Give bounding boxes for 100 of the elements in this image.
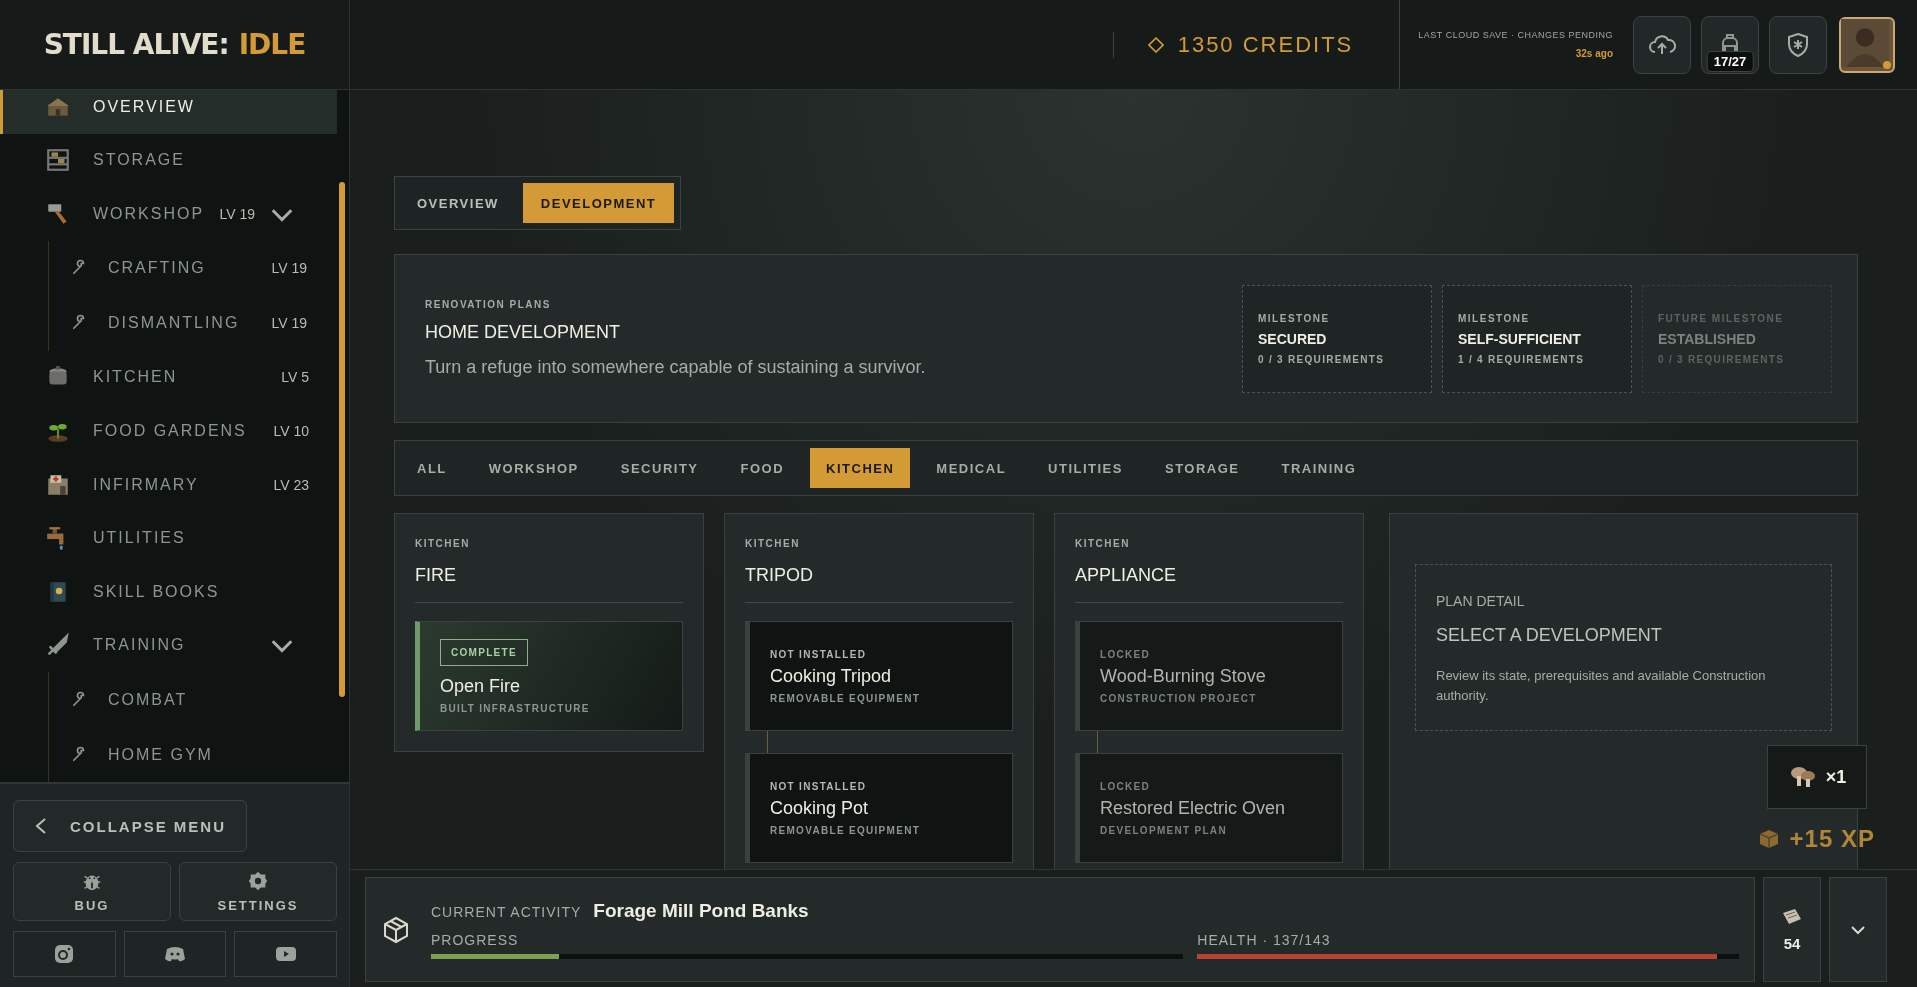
logo: STILL ALIVE: IDLE: [0, 0, 349, 90]
milestone-label: MILESTONE: [1258, 312, 1331, 324]
discord-button[interactable]: [123, 931, 227, 977]
nav-icon: [45, 147, 71, 174]
box-icon: [381, 914, 411, 945]
level-text: LV 19: [271, 315, 307, 332]
category-text: KITCHEN: [745, 538, 801, 549]
filter-tab[interactable]: UTILITIES: [1032, 448, 1139, 488]
detail-label: PLAN DETAIL: [1436, 593, 1526, 609]
milestone-label: FUTURE MILESTONE: [1658, 312, 1785, 324]
filter-tab[interactable]: STORAGE: [1148, 448, 1256, 488]
xp-popup: +15 XP: [1757, 825, 1875, 853]
sidebar-item[interactable]: FOOD GARDENS LV 10: [0, 404, 337, 458]
health-label: HEALTH · 137/143: [1197, 932, 1332, 948]
development-type: CONSTRUCTION PROJECT: [1100, 692, 1258, 704]
development-name: Open Fire: [440, 675, 522, 697]
avatar[interactable]: [1841, 18, 1889, 67]
filter-tab[interactable]: FOOD: [724, 448, 801, 488]
scroll-icon: [1780, 907, 1804, 927]
sidebar-item[interactable]: WORKSHOP LV 19: [0, 187, 337, 241]
activity-name: Forage Mill Pond Banks: [593, 900, 809, 922]
development-card[interactable]: COMPLETE Open Fire BUILT INFRASTRUCTURE: [415, 621, 683, 731]
bug-button[interactable]: BUG: [13, 862, 171, 921]
instagram-button[interactable]: [13, 931, 116, 977]
crate-icon: [1757, 828, 1780, 850]
development-type: REMOVABLE EQUIPMENT: [770, 692, 922, 704]
level-text: LV 10: [273, 423, 309, 440]
column-title: FIRE: [415, 565, 683, 603]
category-text: KITCHEN: [415, 538, 471, 549]
milestone-name: ESTABLISHED: [1658, 330, 1757, 347]
development-card[interactable]: LOCKED Restored Electric Oven DEVELOPMENT PLAN: [1075, 753, 1343, 863]
detail-title: SELECT A DEVELOPMENT: [1436, 625, 1663, 646]
requirements-text: 0 / 3 REQUIREMENTS: [1258, 353, 1386, 365]
sidebar-item[interactable]: OVERVIEW: [0, 90, 337, 134]
milestone-name: SECURED: [1258, 330, 1328, 347]
development-name: Wood-Burning Stove: [1100, 665, 1267, 687]
column-title: TRIPOD: [745, 565, 1013, 603]
settings-button[interactable]: SETTINGS: [179, 862, 337, 921]
detail-description: Review its state, prerequisites and available Construction authority.: [1436, 667, 1767, 706]
filter-tab[interactable]: TRAINING: [1265, 448, 1373, 488]
level-text: LV 19: [271, 260, 307, 277]
sidebar-subitem[interactable]: DISMANTLING LV 19: [49, 295, 337, 351]
plans-title: HOME DEVELOPMENT: [425, 322, 622, 343]
plans-description: Turn a refuge into somewhere capable of sustaining a survivor.: [425, 357, 927, 378]
save-time: 32s ago: [1575, 48, 1613, 59]
sidebar-item[interactable]: KITCHEN LV 5: [0, 350, 337, 405]
activity-label: CURRENT ACTIVITY: [431, 904, 582, 920]
filter-tab[interactable]: KITCHEN: [810, 448, 911, 488]
status-text: NOT INSTALLED: [770, 648, 868, 660]
development-card[interactable]: LOCKED Wood-Burning Stove CONSTRUCTION PROJECT: [1075, 621, 1343, 731]
development-name: Restored Electric Oven: [1100, 797, 1287, 819]
collapse-menu-button[interactable]: COLLAPSE MENU: [13, 800, 247, 852]
sidebar-subitem[interactable]: CRAFTING LV 19: [49, 240, 337, 296]
filter-tab[interactable]: ALL: [401, 448, 463, 488]
status-badge: COMPLETE: [440, 638, 528, 666]
view-tab[interactable]: DEVELOPMENT: [522, 183, 675, 223]
cloud-upload-button[interactable]: [1633, 15, 1691, 74]
status-text: LOCKED: [1100, 780, 1152, 792]
development-name: Cooking Pot: [770, 797, 870, 819]
sidebar-item[interactable]: SKILL BOOKS: [0, 564, 337, 619]
settings-icon: [247, 870, 269, 892]
status-dot: [1883, 60, 1891, 69]
status-text: NOT INSTALLED: [770, 780, 868, 792]
item-slot[interactable]: 54: [1763, 877, 1821, 982]
count-badge: 17/27: [1706, 50, 1754, 72]
milestone-label: MILESTONE: [1458, 312, 1531, 324]
milestone-name: SELF-SUFFICIENT: [1458, 330, 1582, 347]
sidebar-subitem[interactable]: COMBAT: [49, 672, 337, 728]
development-type: BUILT INFRASTRUCTURE: [440, 702, 591, 714]
level-text: LV 19: [219, 205, 255, 222]
filter-tab[interactable]: SECURITY: [604, 448, 715, 488]
requirements-text: 0 / 3 REQUIREMENTS: [1658, 353, 1786, 365]
youtube-button[interactable]: [234, 931, 337, 977]
filter-tab[interactable]: WORKSHOP: [472, 448, 595, 488]
development-card[interactable]: NOT INSTALLED Cooking Pot REMOVABLE EQUIPMENT: [745, 753, 1013, 863]
level-text: LV 5: [281, 369, 309, 386]
view-tab[interactable]: OVERVIEW: [401, 183, 515, 223]
progress-label: PROGRESS: [431, 932, 520, 948]
development-card[interactable]: NOT INSTALLED Cooking Tripod REMOVABLE EQUIPMENT: [745, 621, 1013, 731]
shield-button[interactable]: [1769, 15, 1827, 74]
status-text: LOCKED: [1100, 648, 1152, 660]
loot-toast: ×1: [1767, 745, 1867, 809]
sidebar-item[interactable]: STORAGE: [0, 133, 337, 188]
development-name: Cooking Tripod: [770, 665, 893, 687]
chevron-left-icon: [34, 817, 48, 835]
development-type: DEVELOPMENT PLAN: [1100, 824, 1228, 836]
diamond-icon: [1147, 36, 1164, 53]
filter-tab[interactable]: MEDICAL: [920, 448, 1023, 488]
sidebar-item[interactable]: UTILITIES: [0, 511, 337, 565]
sidebar-subitem[interactable]: HOME GYM: [49, 727, 337, 782]
development-type: REMOVABLE EQUIPMENT: [770, 824, 922, 836]
category-text: KITCHEN: [1075, 538, 1131, 549]
column-title: APPLIANCE: [1075, 565, 1343, 603]
save-status: LAST CLOUD SAVE · CHANGES PENDING: [1418, 30, 1613, 40]
requirements-text: 1 / 4 REQUIREMENTS: [1458, 353, 1586, 365]
credits-counter: 1350 CREDITS: [1112, 31, 1378, 58]
sidebar-item[interactable]: INFIRMARY LV 23: [0, 457, 337, 512]
sidebar-item[interactable]: TRAINING: [0, 618, 337, 673]
backpack-button[interactable]: 17/27: [1701, 15, 1759, 74]
level-text: LV 23: [273, 476, 309, 493]
